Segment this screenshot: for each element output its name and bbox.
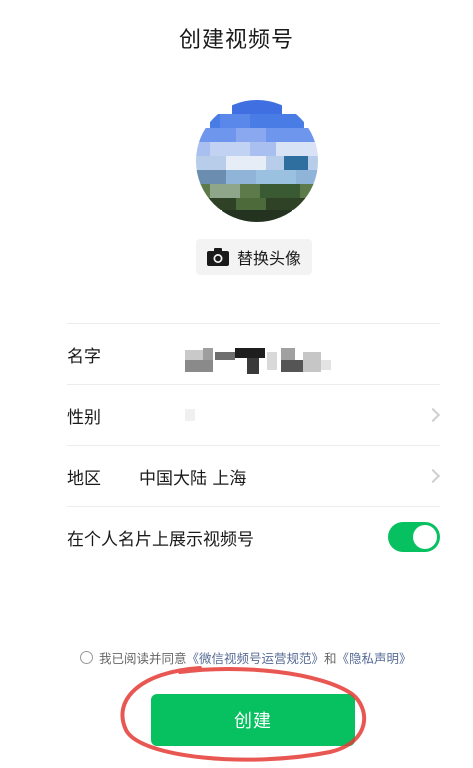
blurred-name [185, 348, 335, 374]
show-on-card-label: 在个人名片上展示视频号 [67, 529, 254, 550]
radio-unchecked-icon[interactable] [80, 651, 93, 664]
gender-row[interactable]: 性别 [67, 385, 441, 446]
agreement: 我已阅读并同意 《微信视频号运营规范》 和 《隐私声明》 [80, 648, 412, 667]
gender-blur [185, 409, 195, 421]
change-avatar-label: 替换头像 [236, 249, 301, 268]
show-on-card-toggle[interactable] [388, 522, 440, 552]
camera-icon [206, 248, 229, 266]
gender-label: 性别 [67, 407, 101, 428]
agreement-conjunction: 和 [324, 651, 337, 666]
region-value: 中国大陆 上海 [139, 468, 247, 489]
toggle-knob [413, 525, 437, 549]
show-on-card-row: 在个人名片上展示视频号 [67, 507, 440, 567]
profile-form: 名字 性别 地区 中国大陆 上海 在个人名片上展示视频号 [67, 323, 441, 567]
change-avatar-button[interactable]: 替换头像 [196, 239, 312, 275]
chevron-right-icon [425, 407, 441, 423]
agreement-prefix: 我已阅读并同意 [99, 651, 187, 666]
chevron-right-icon [425, 468, 441, 484]
operation-rules-link[interactable]: 《微信视频号运营规范》 [187, 648, 325, 667]
region-row[interactable]: 地区 中国大陆 上海 [67, 446, 441, 507]
name-row[interactable]: 名字 [67, 324, 440, 385]
name-label: 名字 [67, 346, 101, 367]
create-button[interactable]: 创建 [151, 694, 355, 746]
avatar[interactable] [196, 100, 318, 222]
privacy-statement-link[interactable]: 《隐私声明》 [337, 648, 412, 667]
page-title: 创建视频号 [178, 28, 294, 53]
region-label: 地区 [67, 468, 101, 489]
